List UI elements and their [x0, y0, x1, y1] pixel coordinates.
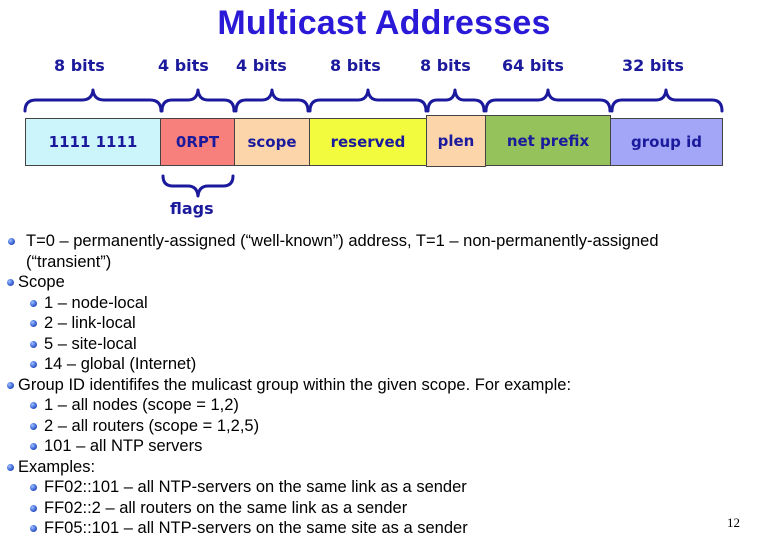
bullet-item: Scope [6, 272, 746, 293]
field-net-prefix: net prefix [485, 115, 611, 166]
bullet-item: FF02::2 – all routers on the same link a… [6, 498, 746, 519]
brace-0 [23, 88, 163, 113]
bullet-text: Group ID identififes the mulicast group … [18, 375, 572, 394]
bullet-text: 1 – all nodes (scope = 1,2) [44, 396, 239, 414]
bullet-item: 2 – link-local [6, 313, 746, 334]
bullet-item: FF02::101 – all NTP-servers on the same … [6, 477, 746, 498]
bullet-item: 14 – global (Internet) [6, 354, 746, 375]
bullet-dot-icon [30, 422, 37, 430]
bullet-text: 14 – global (Internet) [44, 355, 197, 373]
bullet-text: T=0 – permanently-assigned (“well-known”… [26, 232, 659, 271]
bullet-text: FF05::101 – all NTP-servers on the same … [44, 519, 468, 537]
flags-label: flags [170, 199, 214, 218]
bullet-text: 5 – site-local [44, 334, 137, 353]
bullet-dot-icon [8, 238, 15, 245]
field-flags-0rpt: 0RPT [160, 118, 235, 166]
brace-3 [308, 88, 428, 113]
bullet-text: 101 – all NTP servers [44, 437, 203, 455]
field-prefix-ff: 1111 1111 [25, 118, 161, 166]
field-scope: scope [234, 118, 310, 166]
bullet-item: 1 – all nodes (scope = 1,2) [6, 395, 746, 416]
bullet-dot-icon [7, 279, 14, 286]
bullet-dot-icon [30, 402, 37, 409]
bullet-text: Scope [18, 273, 65, 291]
bullet-text: 1 – node-local [44, 293, 148, 312]
bullet-text: FF02::2 – all routers on the same link a… [44, 498, 408, 517]
bullet-dot-icon [30, 484, 37, 491]
brace-1 [160, 88, 236, 113]
brace-5 [484, 88, 612, 113]
bullet-item: T=0 – permanently-assigned (“well-known”… [6, 231, 746, 272]
bullet-dot-icon [30, 504, 37, 512]
bullet-dot-icon [30, 320, 37, 327]
bullet-list: T=0 – permanently-assigned (“well-known”… [6, 231, 746, 539]
bullet-item: 101 – all NTP servers [6, 436, 746, 457]
brace-4 [426, 88, 486, 113]
bullet-text: 2 – link-local [44, 314, 136, 332]
field-group-id: group id [610, 118, 723, 166]
bullet-item: FF05::101 – all NTP-servers on the same … [6, 518, 746, 539]
bullet-dot-icon [30, 525, 37, 532]
bullet-item: Examples: [6, 457, 746, 478]
bullet-item: 5 – site-local [6, 334, 746, 355]
bullet-item: 2 – all routers (scope = 1,2,5) [6, 416, 746, 437]
field-plen: plen [426, 115, 486, 167]
flags-brace [161, 174, 235, 198]
bullet-dot-icon [30, 299, 37, 307]
bullet-text: FF02::101 – all NTP-servers on the same … [44, 478, 467, 496]
bullet-dot-icon [30, 443, 37, 450]
bullet-dot-icon [30, 340, 37, 348]
bullet-text: Examples: [18, 457, 96, 476]
bullet-dot-icon [7, 463, 14, 471]
field-reserved: reserved [309, 118, 427, 166]
bullet-text: 2 – all routers (scope = 1,2,5) [44, 416, 260, 435]
brace-6 [610, 88, 724, 113]
bullet-item: Group ID identififes the mulicast group … [6, 375, 746, 396]
brace-2 [234, 88, 310, 113]
page-number: 12 [727, 515, 740, 530]
bullet-dot-icon [7, 381, 14, 389]
bullet-dot-icon [30, 361, 37, 368]
bullet-item: 1 – node-local [6, 293, 746, 314]
